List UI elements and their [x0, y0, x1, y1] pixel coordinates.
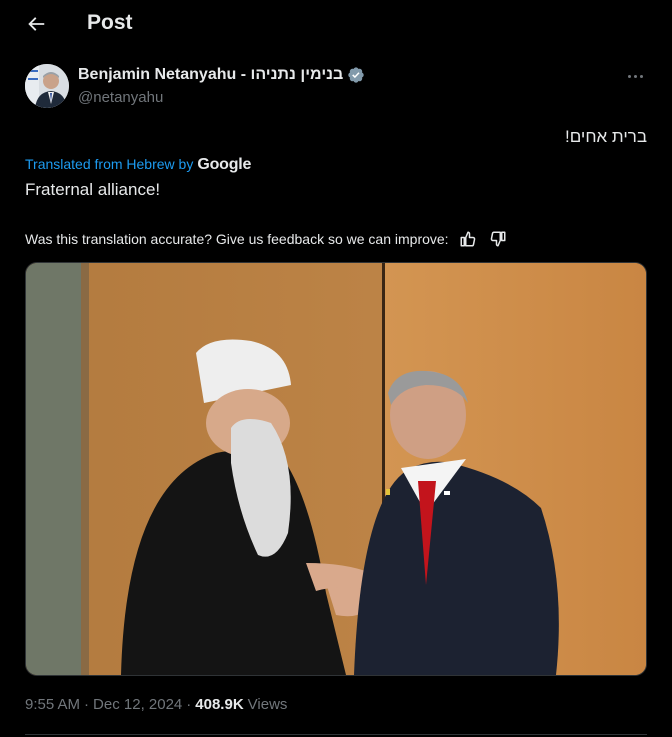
author-name-row: Benjamin Netanyahu - בנימין נתניהו [78, 66, 365, 84]
post-time[interactable]: 9:55 AM [25, 696, 80, 713]
views-label: Views [247, 696, 288, 713]
avatar[interactable] [25, 64, 69, 108]
author-handle[interactable]: @netanyahu [78, 89, 163, 106]
post-original-text: ברית אחים! [565, 127, 647, 146]
views-count: 408.9K [195, 696, 244, 713]
google-logo: Google [197, 156, 252, 173]
dot-icon [627, 74, 631, 78]
photo-two-men-talking [26, 263, 646, 675]
meta-separator: · [84, 696, 90, 713]
thumbs-up-button[interactable] [457, 228, 479, 250]
author-name[interactable]: Benjamin Netanyahu - בנימין נתניהו [78, 66, 343, 84]
translation-feedback: Was this translation accurate? Give us f… [25, 228, 509, 250]
top-bar: Post [0, 0, 672, 48]
avatar-image [25, 64, 69, 108]
translated-from-link[interactable]: Translated from Hebrew by [25, 156, 193, 172]
meta-separator: · [186, 696, 192, 713]
feedback-prompt: Was this translation accurate? Give us f… [25, 231, 449, 247]
back-button[interactable] [22, 10, 50, 38]
post-image[interactable] [25, 262, 647, 676]
divider [25, 734, 647, 735]
thumbs-down-button[interactable] [487, 228, 509, 250]
post-translated-text: Fraternal alliance! [25, 180, 161, 199]
thumbs-down-icon [490, 231, 506, 247]
more-options-button[interactable] [623, 66, 647, 86]
post-meta: 9:55 AM · Dec 12, 2024 · 408.9K Views [25, 696, 287, 713]
dot-icon [639, 74, 643, 78]
verified-badge-icon [348, 67, 364, 83]
thumbs-up-icon [460, 231, 475, 247]
post-author: Benjamin Netanyahu - בנימין נתניהו @neta… [25, 64, 647, 110]
post-date[interactable]: Dec 12, 2024 [93, 696, 182, 713]
dot-icon [633, 74, 637, 78]
page-title: Post [87, 11, 133, 34]
translation-attribution: Translated from Hebrew by Google [25, 156, 251, 174]
arrow-left-icon [28, 17, 45, 31]
